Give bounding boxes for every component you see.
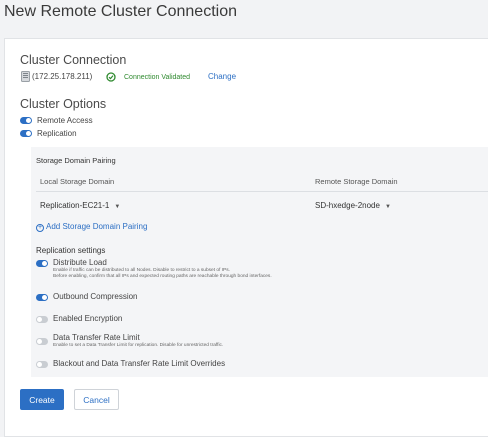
remote-storage-value: SD-hxedge-2node (315, 201, 380, 210)
encryption-toggle[interactable] (36, 316, 48, 323)
remote-access-label: Remote Access (37, 116, 93, 125)
connection-status: Connection Validated (124, 74, 191, 81)
chevron-down-icon: ▼ (114, 204, 121, 210)
remote-storage-header: Remote Storage Domain (315, 177, 398, 186)
distribute-load-label: Distribute Load (53, 258, 107, 267)
outbound-compression-toggle[interactable] (36, 294, 48, 301)
create-button[interactable]: Create (20, 389, 64, 410)
outbound-compression-label: Outbound Compression (53, 292, 138, 301)
cluster-options-heading: Cluster Options (20, 97, 107, 111)
replication-toggle[interactable] (20, 130, 32, 137)
rate-limit-desc: Enable to set a Data Transfer Limit for … (53, 343, 224, 348)
cancel-button[interactable]: Cancel (74, 389, 119, 410)
local-storage-value: Replication-EC21-1 (40, 201, 110, 210)
remote-storage-dropdown[interactable]: SD-hxedge-2node ▼ (315, 201, 391, 210)
distribute-load-desc-2: Before enabling, confirm that all IPs an… (53, 274, 272, 279)
local-storage-header: Local Storage Domain (40, 177, 115, 186)
change-link[interactable]: Change (208, 72, 236, 81)
rate-limit-toggle[interactable] (36, 338, 48, 345)
page-title: New Remote Cluster Connection (4, 3, 237, 20)
connection-form-card: Cluster Connection (172.25.178.211) Conn… (4, 38, 488, 437)
cluster-ip: (172.25.178.211) (32, 72, 93, 81)
pairing-divider (36, 191, 488, 192)
storage-pairing-panel: Storage Domain Pairing Local Storage Dom… (31, 147, 488, 377)
storage-pairing-title: Storage Domain Pairing (36, 156, 116, 165)
blackout-label: Blackout and Data Transfer Rate Limit Ov… (53, 359, 226, 368)
add-pairing-label: Add Storage Domain Pairing (46, 222, 148, 231)
server-icon (21, 71, 30, 82)
plus-circle-icon: + (36, 224, 44, 232)
blackout-toggle[interactable] (36, 361, 48, 368)
remote-access-toggle[interactable] (20, 117, 32, 124)
validated-check-icon (106, 72, 116, 82)
replication-settings-title: Replication settings (36, 246, 106, 255)
chevron-down-icon: ▼ (384, 204, 391, 210)
cluster-connection-heading: Cluster Connection (20, 53, 127, 67)
distribute-load-toggle[interactable] (36, 260, 48, 267)
encryption-label: Enabled Encryption (53, 314, 123, 323)
local-storage-dropdown[interactable]: Replication-EC21-1 ▼ (40, 201, 120, 210)
replication-label: Replication (37, 129, 77, 138)
rate-limit-label: Data Transfer Rate Limit (53, 333, 140, 342)
add-pairing-link[interactable]: + Add Storage Domain Pairing (36, 222, 147, 232)
